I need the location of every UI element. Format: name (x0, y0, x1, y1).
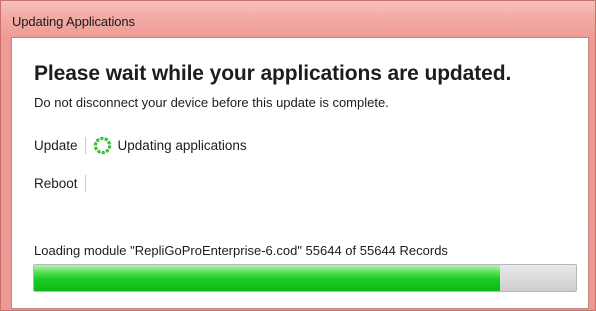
step-update-row: Update Updating applications (34, 134, 247, 156)
spinner-icon (93, 136, 111, 154)
dialog-content: Please wait while your applications are … (11, 37, 589, 309)
progress-bar (33, 264, 577, 292)
step-reboot-row: Reboot (34, 172, 92, 194)
title-bar[interactable]: Updating Applications (1, 1, 595, 35)
progress-message: Loading module "RepliGoProEnterprise-6.c… (34, 243, 448, 258)
step-divider (84, 174, 86, 192)
step-update-label: Update (34, 137, 78, 153)
window-title: Updating Applications (12, 14, 135, 29)
step-divider (84, 136, 86, 154)
step-reboot-label: Reboot (34, 175, 78, 191)
progress-bar-fill (34, 265, 501, 291)
page-title: Please wait while your applications are … (34, 62, 512, 85)
dialog-window: Updating Applications Please wait while … (0, 0, 596, 311)
step-update-status: Updating applications (117, 137, 247, 153)
instruction-text: Do not disconnect your device before thi… (34, 95, 389, 110)
